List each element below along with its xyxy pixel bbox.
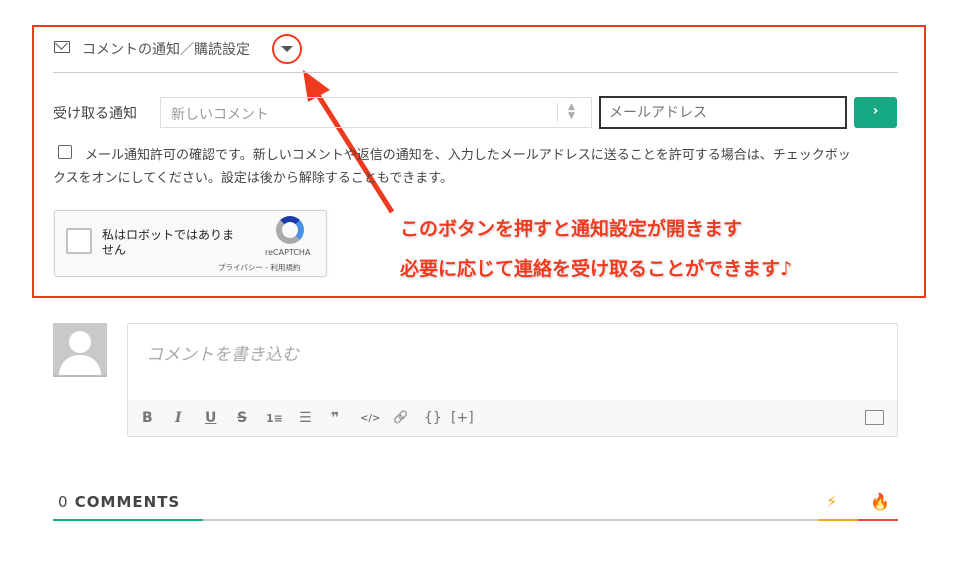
comments-heading: 0 COMMENTS — [58, 493, 180, 511]
comments-label: COMMENTS — [74, 493, 181, 511]
comments-count: 0 — [58, 493, 69, 511]
underline-icon[interactable]: U — [205, 410, 216, 426]
avatar-head — [69, 331, 91, 353]
newest-sort-icon[interactable]: ⚡ — [826, 492, 837, 511]
recaptcha-links[interactable]: プライバシー - 利用規約 — [218, 262, 300, 273]
comments-tab-underline — [53, 519, 203, 521]
recaptcha-checkbox[interactable] — [66, 228, 92, 254]
popular-underline — [858, 519, 898, 521]
quote-icon[interactable]: ❞ — [331, 410, 339, 426]
comment-placeholder: コメントを書き込む — [146, 345, 299, 365]
annotation-arrow — [303, 70, 395, 214]
popular-sort-icon[interactable]: 🔥 — [870, 492, 890, 511]
notify-label: 受け取る通知 — [53, 106, 137, 122]
annotation-line-2: 必要に応じて連絡を受け取ることができます♪ — [400, 258, 793, 280]
select-arrows-icon: ▲ ▼ — [568, 102, 575, 121]
newest-underline — [818, 519, 858, 521]
recaptcha-logo-icon — [276, 216, 304, 244]
code-block-icon[interactable]: {} — [424, 410, 442, 426]
strikethrough-icon[interactable]: S — [237, 410, 247, 426]
recaptcha-label: 私はロボットではありません — [102, 228, 235, 257]
code-icon[interactable]: </> — [360, 413, 380, 424]
subscribe-submit-button[interactable]: › — [854, 97, 897, 128]
divider — [53, 72, 898, 73]
italic-icon[interactable]: I — [175, 410, 182, 426]
unordered-list-icon[interactable]: ☰ — [299, 410, 312, 426]
spoiler-icon[interactable]: [+] — [451, 410, 474, 426]
image-upload-icon[interactable] — [865, 410, 884, 425]
select-divider — [557, 103, 558, 122]
recaptcha-brand: reCAPTCHA — [265, 248, 311, 257]
avatar — [53, 323, 107, 377]
notify-select[interactable]: 新しいコメント — [160, 97, 592, 128]
ordered-list-icon[interactable]: 1≡ — [266, 412, 283, 425]
link-icon[interactable]: 🔗 — [393, 410, 408, 424]
avatar-body — [59, 355, 101, 375]
consent-text: メール通知許可の確認です。新しいコメントや返信の通知を、入力したメールアドレスに… — [53, 148, 851, 186]
email-input[interactable] — [599, 96, 847, 129]
annotation-line-1: このボタンを押すと通知設定が開きます — [400, 218, 743, 240]
bold-icon[interactable]: B — [142, 410, 153, 426]
